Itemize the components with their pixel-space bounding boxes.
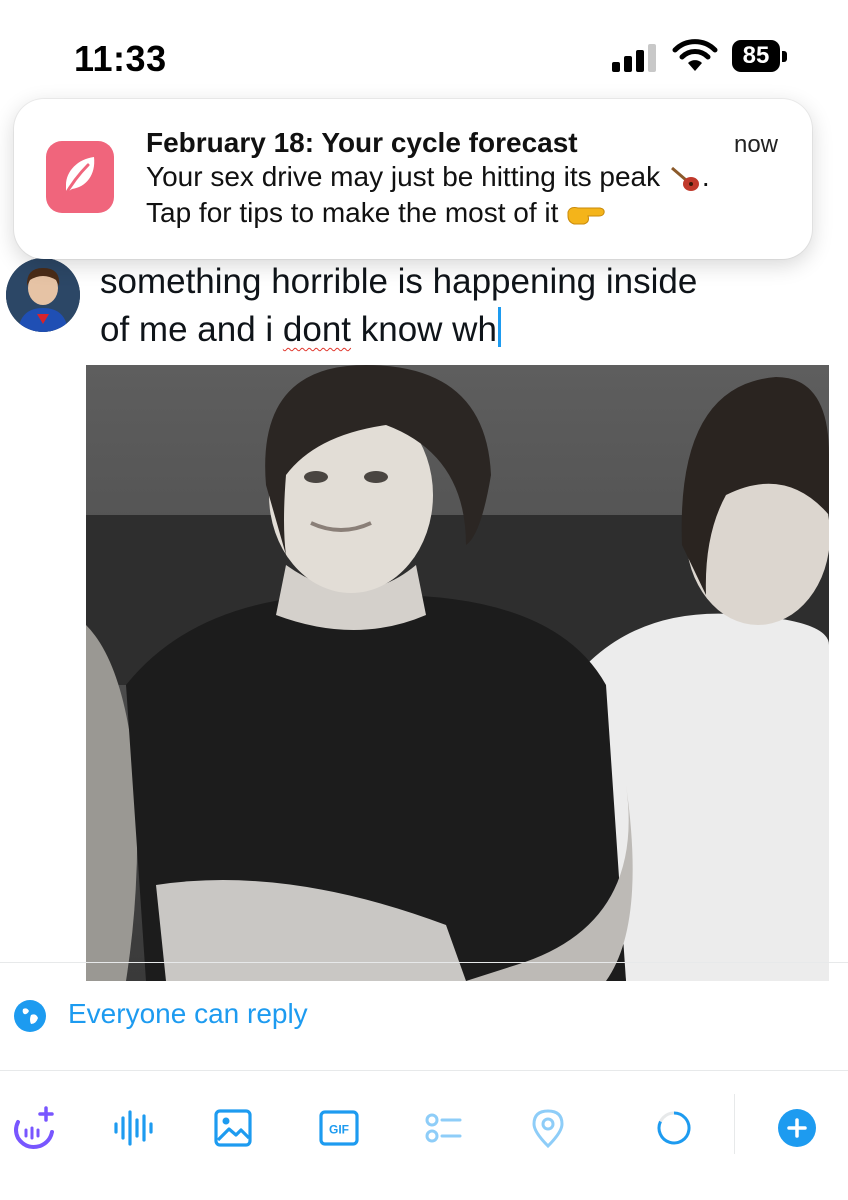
char-count-ring [646, 1100, 702, 1156]
divider [0, 962, 848, 963]
battery-icon: 85 [732, 40, 780, 72]
feather-icon [46, 141, 114, 213]
post-text-segment: of me and i [100, 310, 283, 349]
post-text-input[interactable]: something horrible is happening inside o… [100, 258, 820, 354]
poll-icon[interactable] [416, 1100, 472, 1156]
attached-photo[interactable] [86, 365, 829, 981]
push-notification[interactable]: February 18: Your cycle forecast now You… [14, 99, 812, 259]
gif-icon[interactable]: GIF [311, 1100, 367, 1156]
status-time: 11:33 [74, 38, 167, 79]
notification-body-text2: Tap for tips to make the most of it [146, 197, 559, 228]
notification-time: now [733, 131, 778, 158]
toolbar-separator [734, 1094, 735, 1154]
voice-icon[interactable] [104, 1100, 160, 1156]
globe-icon [14, 1000, 46, 1032]
avatar[interactable] [6, 258, 80, 332]
grok-icon[interactable] [6, 1100, 62, 1156]
composer-toolbar: GIF [0, 1080, 848, 1180]
notification-body-end: . [701, 161, 710, 192]
post-text-line1: something horrible is happening inside [100, 262, 698, 301]
post-text-segment-end: know wh [351, 310, 497, 349]
cellular-signal-icon [612, 44, 660, 72]
status-bar: 11:33 85 [0, 0, 848, 100]
divider [0, 1070, 848, 1071]
add-post-button[interactable] [769, 1100, 825, 1156]
notification-body-text: Your sex drive may just be hitting its p… [146, 161, 661, 192]
reply-setting-label: Everyone can reply [68, 998, 308, 1029]
notification-body-line1: Your sex drive may just be hitting its p… [146, 161, 710, 194]
battery-tip [782, 51, 787, 62]
post-text-line2: of me and i dont know wh [100, 306, 820, 354]
location-icon[interactable] [520, 1100, 576, 1156]
notification-body-line2: Tap for tips to make the most of it [146, 197, 606, 229]
text-cursor [497, 307, 501, 347]
misspelled-word: dont [282, 310, 352, 349]
gif-label: GIF [329, 1123, 349, 1137]
pointing-hand-emoji-icon [567, 206, 605, 225]
guitar-emoji-icon [670, 166, 699, 191]
wifi-icon [672, 38, 718, 74]
notification-title: February 18: Your cycle forecast [146, 127, 578, 158]
image-icon[interactable] [205, 1100, 261, 1156]
